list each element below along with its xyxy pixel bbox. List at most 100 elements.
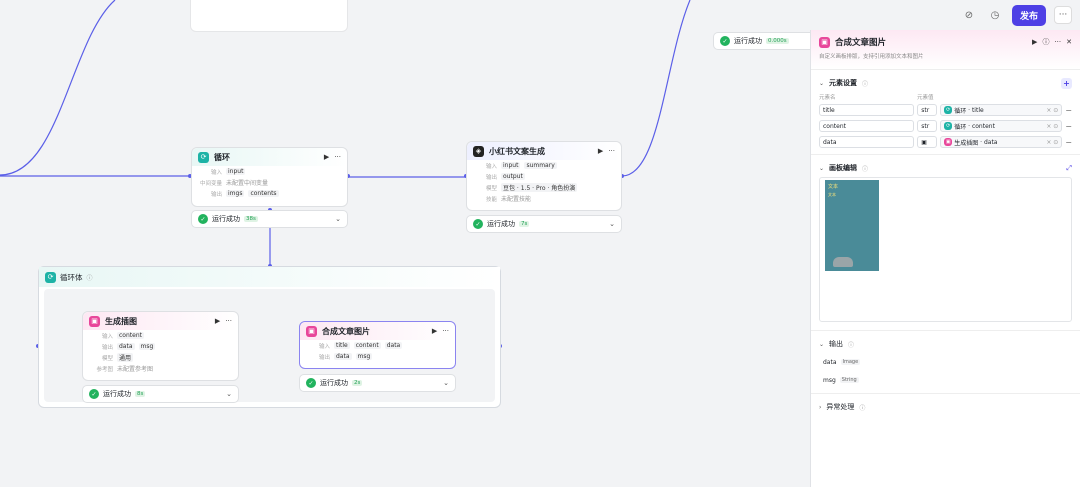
run-icon[interactable]: ▶ [598,147,603,155]
compose-image-node[interactable]: ▣ 合成文章图片 ▶ ··· 输入 title content data 输出 data… [299,321,456,369]
clear-icon[interactable]: × ⊙ [1046,123,1058,130]
error-handling-section[interactable]: › 异常处理 ⓘ [811,398,1080,416]
element-name-input[interactable]: title [819,104,915,116]
status-time: 8s [135,391,146,397]
input-tag: summary [524,162,557,169]
more-icon[interactable]: ··· [608,147,615,155]
canvas-preview[interactable]: 文本 文本 [819,177,1072,322]
status-label: 运行成功 [212,215,240,223]
more-icon[interactable]: ··· [1054,38,1061,46]
more-button[interactable]: ··· [1054,6,1072,24]
gen-status[interactable]: ✓ 运行成功 8s ⌄ [82,385,239,403]
element-row: title str ⟳ 循环 · title × ⊙ − [811,102,1080,118]
chevron-down-icon[interactable]: ⌄ [819,341,824,348]
status-label: 运行成功 [487,220,515,228]
input-label: 输入 [210,169,222,176]
element-name-input[interactable]: content [819,120,915,132]
help-icon[interactable]: ⓘ [1042,37,1049,47]
output-tag: msg [355,353,373,360]
loop-node[interactable]: ⟳ 循环 ▶ ··· 输入 input 中间变量 未配置中间变量 输出 imgs con… [191,147,348,207]
image-icon: ▣ [89,315,100,327]
canvas-section[interactable]: ⌄ 画板编辑 ⓘ ⤢ [811,159,1080,177]
run-icon[interactable]: ▶ [215,317,220,325]
ref-label: 参考图 [96,366,113,373]
run-icon[interactable]: ▶ [432,327,437,335]
chevron-down-icon[interactable]: ⌄ [609,220,615,228]
element-row: content str ⟳ 循环 · content × ⊙ − [811,118,1080,134]
check-icon: ✓ [473,219,483,229]
node-title: 小红书文案生成 [489,146,545,156]
clear-icon[interactable]: × ⊙ [1046,107,1058,114]
xhs-status[interactable]: ✓ 运行成功 7s ⌄ [466,215,622,233]
type-select[interactable]: str [917,120,938,132]
element-value-ref[interactable]: ▣ 生成插图 · data × ⊙ [940,136,1063,148]
output-tag: imgs [226,190,245,197]
info-icon: ⓘ [862,165,869,173]
check-icon: ✓ [89,389,99,399]
thumb-title: 文本 [828,184,839,190]
remove-icon[interactable]: − [1065,138,1072,147]
publish-button[interactable]: 发布 [1011,4,1046,26]
chevron-right-icon[interactable]: › [819,404,821,411]
input-tag: input [501,162,521,169]
loop-status[interactable]: ✓ 运行成功 38s ⌄ [191,210,348,228]
chevron-down-icon[interactable]: ⌄ [819,80,824,87]
gen-illustration-node[interactable]: ▣ 生成插图 ▶ ··· 输入 content 输出 data msg 模型 通用 参考… [82,311,239,381]
output-type: Image [840,359,861,365]
status-time: 38s [244,216,258,222]
loop-body-title: 循环体 [60,272,83,282]
canvas-thumbnail[interactable]: 文本 文本 [825,180,879,271]
image-icon: ▣ [944,138,953,146]
input-tag: data [384,342,403,349]
status-time: 0.000s [766,38,789,44]
top-status[interactable]: ✓ 运行成功 0.000s [713,32,810,50]
clear-icon[interactable]: × ⊙ [1046,139,1058,146]
panel-title: 合成文章图片 [835,38,887,48]
more-icon[interactable]: ··· [225,317,232,325]
history-icon[interactable]: ◷ [986,6,1004,24]
image-type-select[interactable]: ▣ [917,136,938,148]
mid-value: 未配置中间变量 [226,180,269,187]
loop-icon: ⟳ [198,151,209,163]
link-icon[interactable]: ⊘ [960,6,978,24]
more-icon[interactable]: ··· [334,153,341,161]
remove-icon[interactable]: − [1065,122,1072,131]
element-name-input[interactable]: data [819,136,915,148]
workflow-canvas[interactable]: ⟳ 循环 ▶ ··· 输入 input 中间变量 未配置中间变量 输出 imgs con… [0,0,810,487]
section-title: 输出 [829,340,844,348]
xhs-copy-node[interactable]: ◈ 小红书文案生成 ▶ ··· 输入 input summary 输出 output … [466,141,622,211]
status-time: 7s [519,221,530,227]
output-label: 输出 [318,354,330,361]
section-title: 元素设置 [829,79,858,87]
upstream-node[interactable] [190,0,348,32]
chevron-down-icon[interactable]: ⌄ [819,165,824,172]
top-toolbar: ⊘ ◷ 发布 ··· [960,0,1080,30]
expand-icon[interactable]: ⤢ [1066,164,1072,173]
chevron-down-icon[interactable]: ⌄ [335,215,341,223]
element-value-ref[interactable]: ⟳ 循环 · content × ⊙ [940,120,1063,132]
remove-icon[interactable]: − [1065,106,1072,115]
ref-field: title [971,106,984,114]
input-label: 输入 [485,163,497,170]
info-icon: ⓘ [848,341,855,349]
compose-status[interactable]: ✓ 运行成功 2s ⌄ [299,374,456,392]
elements-section[interactable]: ⌄ 元素设置 ⓘ + [811,74,1080,92]
chevron-down-icon[interactable]: ⌄ [226,390,232,398]
more-icon[interactable]: ··· [442,327,449,335]
ref-source: 生成插图 [954,139,979,147]
chevron-down-icon[interactable]: ⌄ [443,379,449,387]
add-element-button[interactable]: + [1061,77,1072,89]
element-value-ref[interactable]: ⟳ 循环 · title × ⊙ [940,104,1063,116]
status-time: 2s [352,380,363,386]
section-title: 画板编辑 [829,164,858,172]
output-tag: output [501,173,525,180]
type-select[interactable]: str [917,104,938,116]
input-tag: content [117,332,144,339]
run-icon[interactable]: ▶ [1032,38,1037,46]
output-label: 输出 [485,174,497,181]
close-icon[interactable]: ✕ [1066,38,1072,46]
output-section[interactable]: ⌄ 输出 ⓘ [811,335,1080,353]
output-type: String [839,377,859,383]
output-tag: msg [138,343,156,350]
run-icon[interactable]: ▶ [324,153,329,161]
